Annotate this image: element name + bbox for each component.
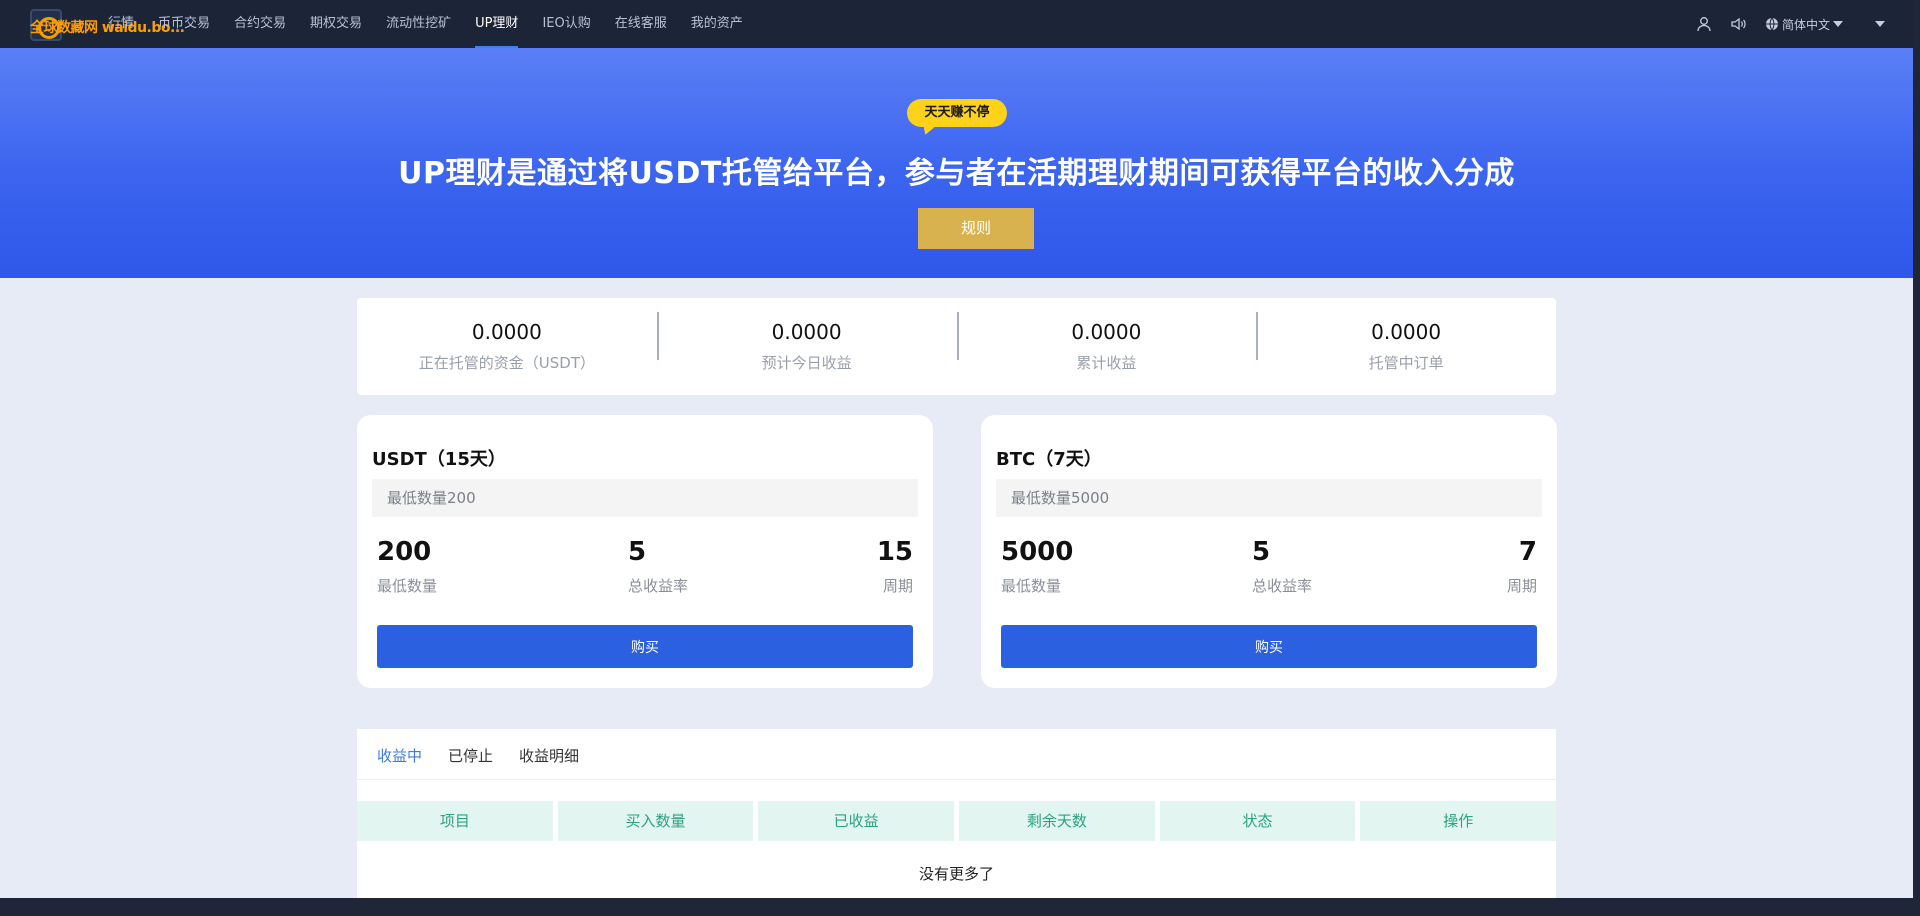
logo[interactable]: 全球数藏网 waidu.bo... [30, 9, 185, 41]
banner-title: UP理财是通过将USDT托管给平台，参与者在活期理财期间可获得平台的收入分成 [398, 156, 1515, 191]
metric-value: 7 [1518, 537, 1537, 567]
product-title: USDT（15天） [372, 449, 506, 470]
menu-chevron-down-icon[interactable] [1875, 21, 1885, 27]
column-header: 已收益 [758, 801, 955, 841]
buy-button[interactable]: 购买 [377, 625, 913, 668]
column-header: 状态 [1159, 801, 1356, 841]
metric-label: 总收益率 [628, 577, 689, 595]
language-selector[interactable]: 简体中文 [1765, 16, 1843, 33]
nav-item-up-finance[interactable]: UP理财 [463, 0, 530, 48]
metric-value: 15 [876, 537, 913, 567]
stat-today-income: 0.0000 预计今日收益 [656, 312, 957, 373]
stat-value: 0.0000 [471, 320, 542, 344]
stat-value: 0.0000 [1371, 320, 1442, 344]
amount-input[interactable] [996, 479, 1542, 517]
tab-stopped[interactable]: 已停止 [448, 745, 493, 766]
nav-item-contract[interactable]: 合约交易 [222, 0, 298, 48]
page: 全球数藏网 waidu.bo... 行情 币币交易 合约交易 期权交易 流动性挖… [0, 0, 1913, 898]
amount-input[interactable] [372, 479, 918, 517]
stat-value: 0.0000 [771, 320, 842, 344]
metric-min-amount: 200 最低数量 [377, 537, 437, 596]
orders-table-header: 项目 买入数量 已收益 剩余天数 状态 操作 [357, 801, 1557, 841]
column-header: 项目 [357, 801, 553, 841]
rules-button[interactable]: 规则 [918, 208, 1034, 249]
metric-label: 最低数量 [1001, 577, 1062, 595]
nav-items: 行情 币币交易 合约交易 期权交易 流动性挖矿 UP理财 IEO认购 在线客服 … [96, 0, 755, 48]
language-label: 简体中文 [1781, 17, 1830, 32]
metric-value: 5 [628, 537, 647, 567]
metric-label: 周期 [1506, 577, 1537, 595]
stat-value: 0.0000 [1071, 320, 1142, 344]
metric-rate: 5 总收益率 [1252, 537, 1312, 596]
scrollbar[interactable] [1913, 0, 1920, 898]
metric-value: 200 [377, 537, 432, 567]
slogan-bubble: 天天赚不停 [907, 99, 1007, 127]
nav-item-support[interactable]: 在线客服 [603, 0, 679, 48]
orders-panel: 收益中 已停止 收益明细 项目 买入数量 已收益 剩余天数 状态 操作 没有更多… [357, 729, 1557, 898]
stat-label: 预计今日收益 [761, 354, 852, 372]
empty-state: 没有更多了 [918, 865, 994, 883]
bottom-bar [0, 898, 1920, 916]
nav-item-options[interactable]: 期权交易 [298, 0, 374, 48]
chevron-down-icon [1833, 21, 1843, 27]
stat-label: 托管中订单 [1368, 354, 1444, 372]
orders-tabs: 收益中 已停止 收益明细 [377, 745, 579, 766]
tab-earning[interactable]: 收益中 [377, 745, 422, 766]
nav-item-assets[interactable]: 我的资产 [679, 0, 755, 48]
product-card-btc: BTC（7天） 5000 最低数量 5 总收益率 7 周期 购买 [981, 415, 1557, 688]
buy-button[interactable]: 购买 [1001, 625, 1537, 668]
tab-income-details[interactable]: 收益明细 [519, 745, 579, 766]
column-header: 买入数量 [557, 801, 754, 841]
metric-value: 5000 [1001, 537, 1074, 567]
stat-label: 累计收益 [1076, 354, 1137, 372]
stat-orders: 0.0000 托管中订单 [1256, 312, 1556, 373]
speaker-icon[interactable] [1730, 16, 1747, 32]
nav-item-market[interactable]: 行情 [96, 0, 146, 48]
metric-period: 15 周期 [877, 537, 913, 596]
stat-label: 正在托管的资金（USDT） [418, 354, 595, 372]
metric-period: 7 周期 [1507, 537, 1537, 596]
metric-label: 周期 [882, 577, 913, 595]
nav-item-ieo[interactable]: IEO认购 [530, 0, 602, 48]
column-header: 剩余天数 [959, 801, 1155, 841]
metric-rate: 5 总收益率 [628, 537, 688, 596]
product-card-usdt: USDT（15天） 200 最低数量 5 总收益率 15 周期 购买 [357, 415, 933, 688]
user-icon[interactable] [1696, 16, 1712, 32]
stat-total-income: 0.0000 累计收益 [956, 312, 1257, 373]
nav-item-mining[interactable]: 流动性挖矿 [374, 0, 463, 48]
stats-panel: 0.0000 正在托管的资金（USDT） 0.0000 预计今日收益 0.000… [357, 298, 1556, 395]
stat-custody-funds: 0.0000 正在托管的资金（USDT） [357, 320, 657, 373]
globe-icon [1765, 17, 1778, 31]
nav-item-spot[interactable]: 币币交易 [146, 0, 222, 48]
metric-value: 5 [1252, 537, 1271, 567]
tabs-divider [357, 779, 1556, 780]
metric-min-amount: 5000 最低数量 [1001, 537, 1073, 596]
hero-banner: 天天赚不停 UP理财是通过将USDT托管给平台，参与者在活期理财期间可获得平台的… [0, 48, 1913, 278]
top-nav: 全球数藏网 waidu.bo... 行情 币币交易 合约交易 期权交易 流动性挖… [0, 0, 1913, 48]
product-title: BTC（7天） [996, 449, 1102, 470]
nav-right: 简体中文 [1696, 0, 1885, 48]
metric-label: 最低数量 [377, 577, 438, 595]
metric-label: 总收益率 [1252, 577, 1313, 595]
column-header: 操作 [1360, 801, 1557, 841]
